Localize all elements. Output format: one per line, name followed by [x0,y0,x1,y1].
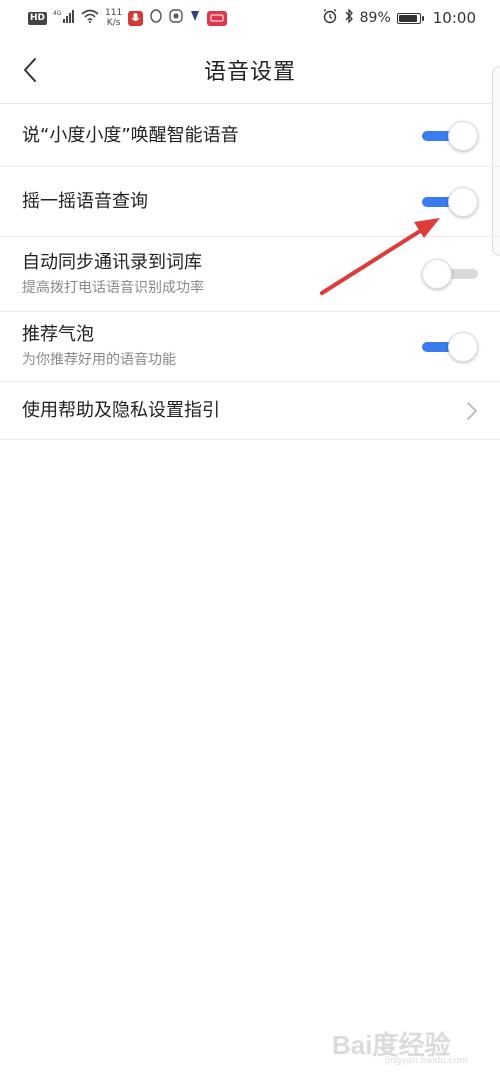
status-bar-right: 89% 10:00 [322,8,476,28]
wake-voice-toggle[interactable] [422,120,478,151]
alarm-icon [322,8,338,28]
shopping-app-icon [207,10,228,26]
toggle-knob [448,120,478,151]
signal-icon: 4G [53,9,75,27]
speed-value: 111 [105,8,123,18]
status-bar: HD 4G 111 K/s 89% 10:00 [0,0,500,36]
clock: 10:00 [432,9,476,27]
network-speed: 111 K/s [105,8,122,28]
network-type: 4G [53,10,62,17]
toggle-knob [422,259,452,289]
page-title: 语音设置 [203,59,296,85]
battery-fill [398,14,417,22]
voice-app-icon [128,10,144,26]
toggle-knob [448,331,478,362]
setting-title: 使用帮助及隐私设置指引 [22,399,220,421]
hd-indicator: HD [28,11,48,25]
setting-row-help-privacy[interactable]: 使用帮助及隐私设置指引 [0,382,500,440]
sync-contacts-toggle[interactable] [422,259,478,289]
speed-unit: K/s [106,18,121,28]
back-button[interactable] [8,44,52,96]
toggle-knob [448,186,478,217]
shake-query-toggle[interactable] [422,186,478,217]
watermark-sub: jingyan.baidu.com [384,1056,468,1066]
chevron-right-icon [467,401,477,420]
baidu-watermark: Bai度经验 jingyan.baidu.com [332,1020,472,1067]
setting-row-shake-query: 摇一摇语音查询 [0,167,500,237]
battery-percent: 89% [359,10,391,26]
settings-list: 说“小度小度”唤醒智能语音 摇一摇语音查询 自动同步通讯录到词库 提高拨打电话语… [0,105,500,440]
recommend-bubble-toggle[interactable] [422,331,478,362]
header-bar: 语音设置 [0,36,500,104]
status-bar-left: HD 4G 111 K/s [28,8,228,28]
app-icon-2 [169,9,183,27]
battery-icon [396,12,424,24]
wifi-icon [81,9,99,27]
setting-row-sync-contacts: 自动同步通讯录到词库 提高拨打电话语音识别成功率 [0,237,500,312]
setting-row-recommend-bubble: 推荐气泡 为你推荐好用的语音功能 [0,312,500,382]
chevron-left-icon [24,58,36,82]
setting-row-wake-voice: 说“小度小度”唤醒智能语音 [0,105,500,167]
app-icon-3 [189,9,201,27]
bluetooth-icon [344,8,354,28]
qq-icon [149,8,163,28]
